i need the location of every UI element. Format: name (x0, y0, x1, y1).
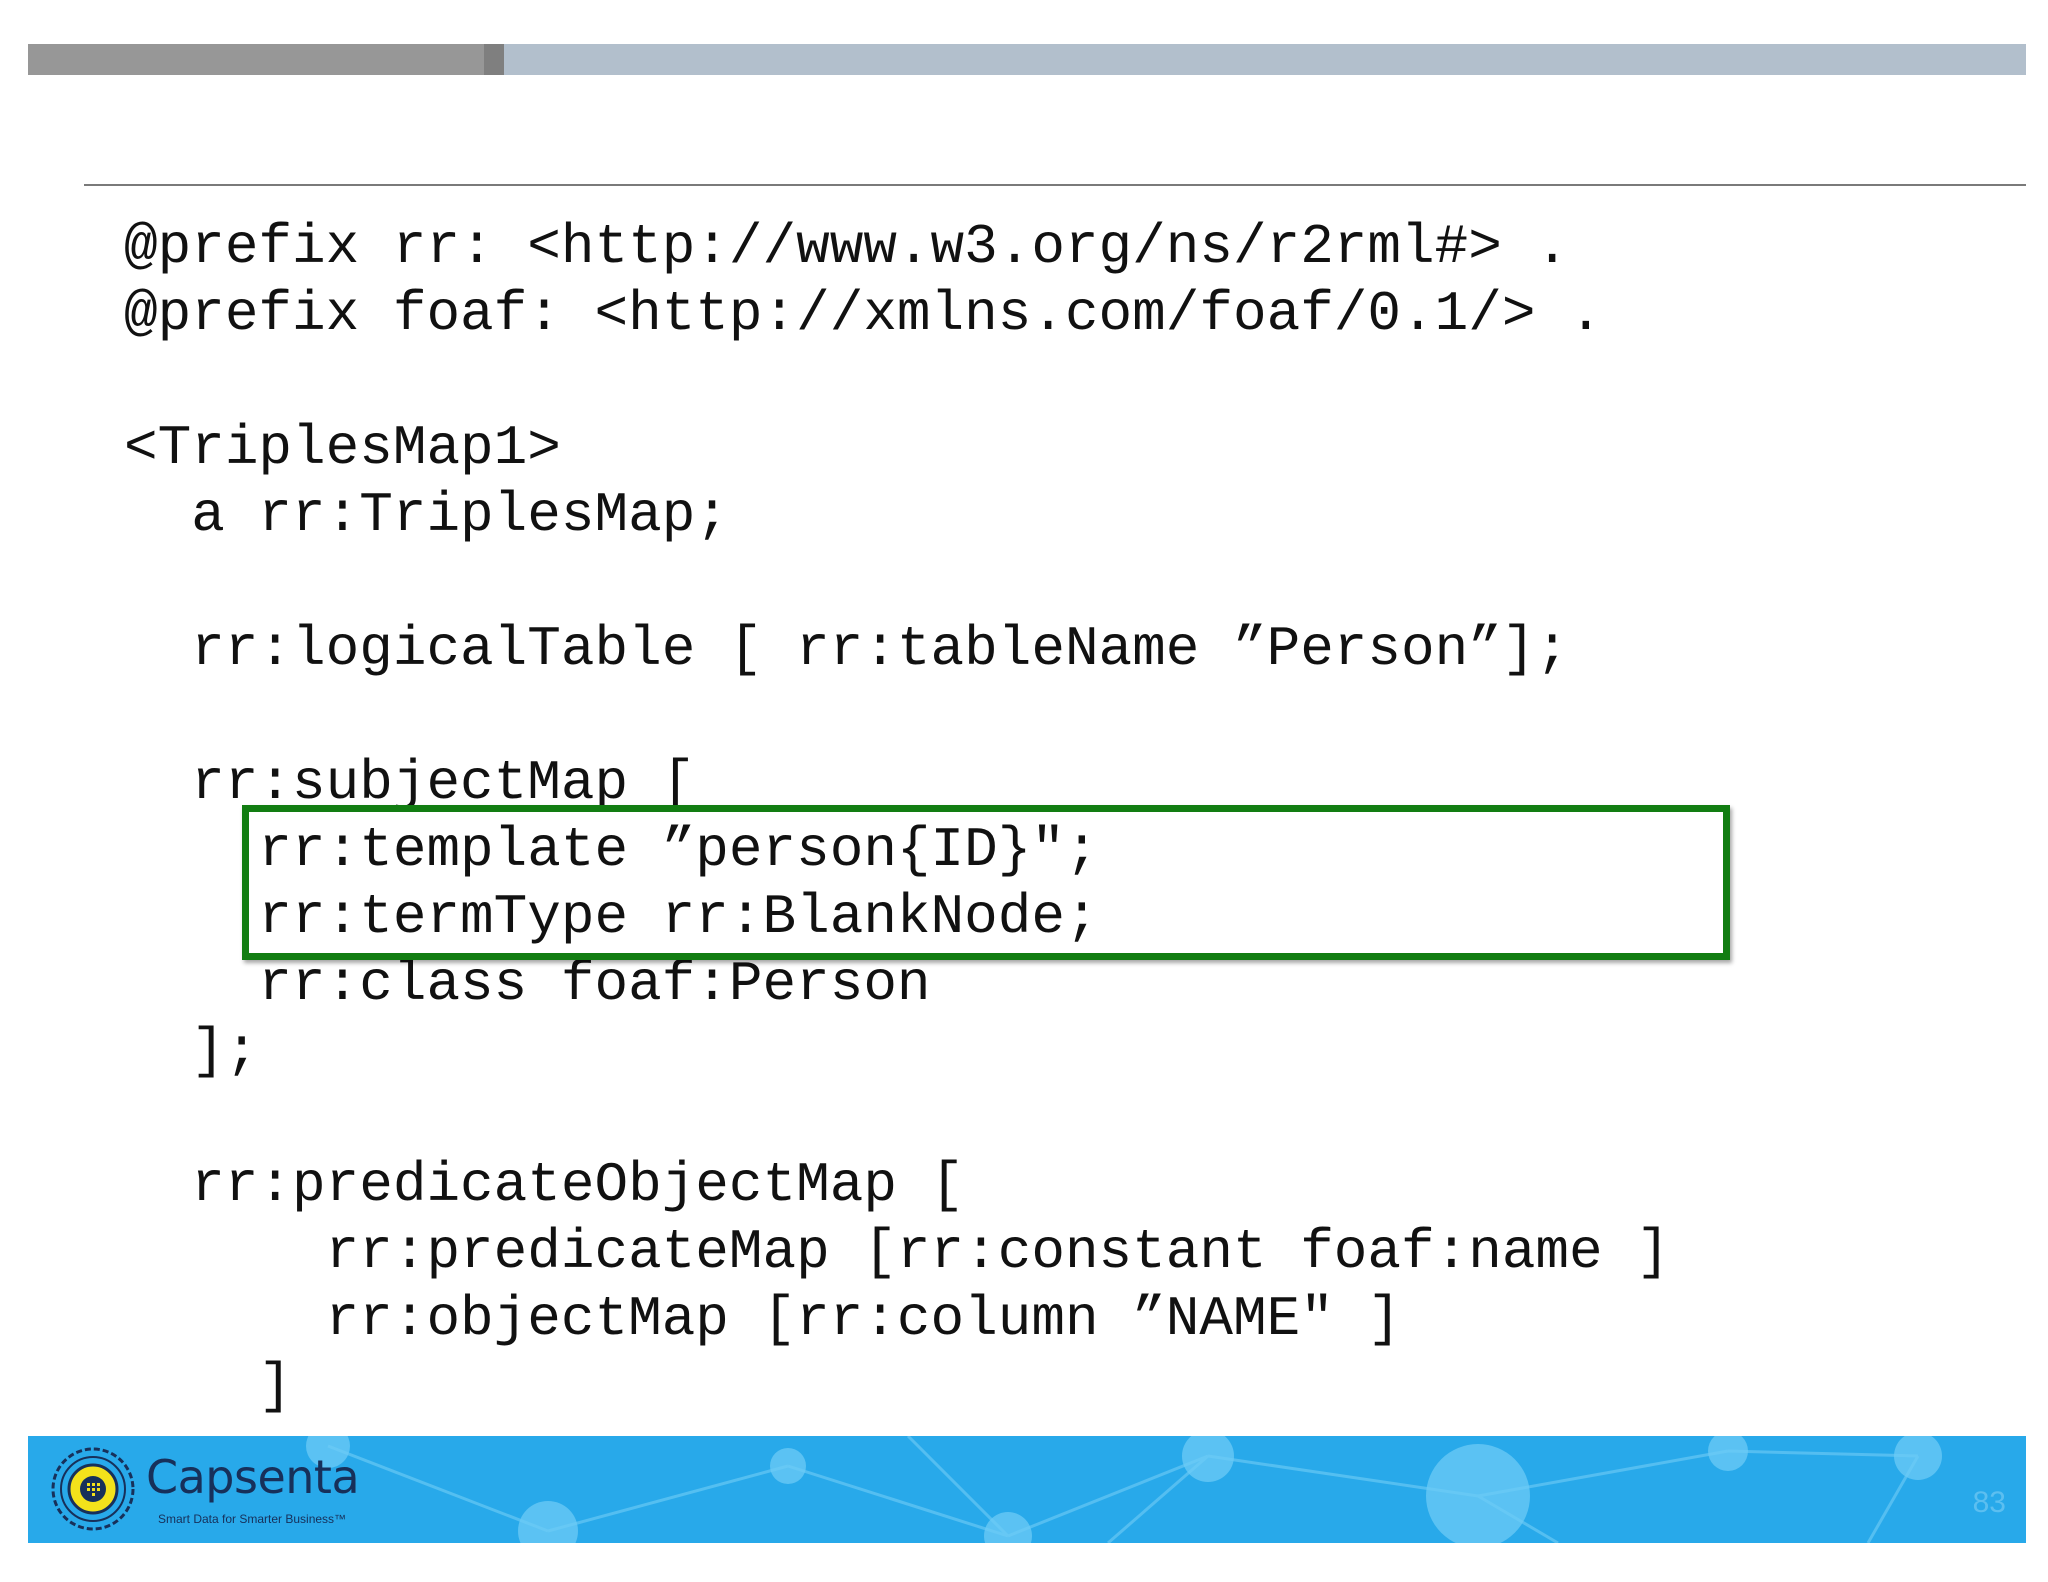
footer-banner: Capsenta Smart Data for Smarter Business… (28, 1436, 2026, 1543)
brand-tagline: Smart Data for Smarter Business™ (158, 1512, 347, 1526)
code-line: ]; (124, 1019, 259, 1083)
top-progress-bar-fill (28, 44, 484, 75)
code-line: ] (124, 1354, 293, 1418)
title-divider (84, 184, 2026, 186)
code-line: rr:logicalTable [ rr:tableName ”Person”]… (124, 617, 1570, 681)
top-progress-bar-marker (484, 44, 504, 75)
page-number: 83 (1972, 1486, 2006, 1519)
top-progress-bar (28, 44, 2026, 75)
code-line: rr:objectMap [rr:column ”NAME" ] (124, 1287, 1402, 1351)
slide: @prefix rr: <http://www.w3.org/ns/r2rml#… (0, 0, 2048, 1582)
highlight-box (242, 805, 1730, 960)
code-line: rr:predicateObjectMap [ (124, 1153, 965, 1217)
code-line: @prefix rr: <http://www.w3.org/ns/r2rml#… (124, 215, 1570, 279)
code-line: @prefix foaf: <http://xmlns.com/foaf/0.1… (124, 282, 1603, 346)
code-line: a rr:TriplesMap; (124, 483, 729, 547)
code-line: <TriplesMap1> (124, 416, 561, 480)
code-line: rr:class foaf:Person (124, 952, 931, 1016)
capsenta-logo-icon (51, 1447, 135, 1531)
brand-name: Capsenta (146, 1450, 360, 1504)
code-line: rr:predicateMap [rr:constant foaf:name ] (124, 1220, 1670, 1284)
